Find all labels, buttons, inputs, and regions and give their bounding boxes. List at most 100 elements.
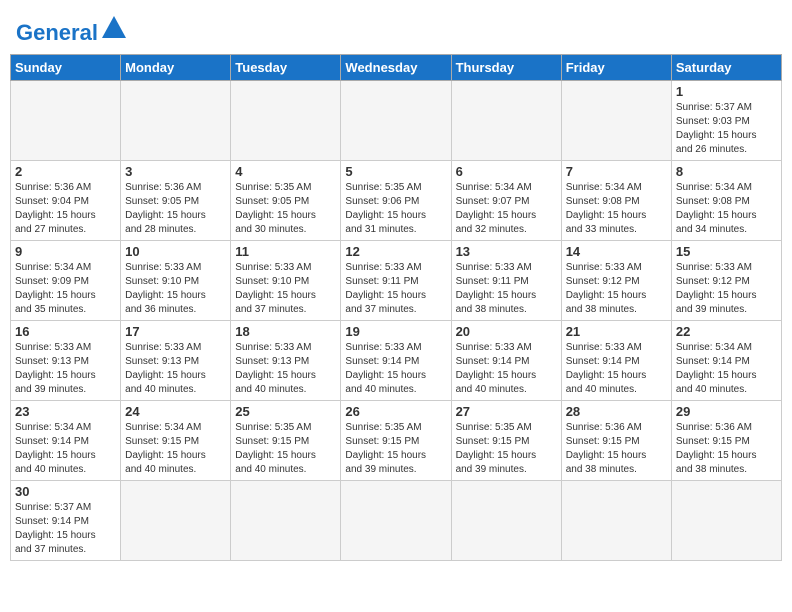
calendar-day-cell <box>561 481 671 561</box>
day-info: Sunrise: 5:33 AM Sunset: 9:10 PM Dayligh… <box>125 261 226 317</box>
day-number: 27 <box>456 404 557 419</box>
calendar-day-cell: 2 Sunrise: 5:36 AM Sunset: 9:04 PM Daylig… <box>11 161 121 241</box>
day-info: Sunrise: 5:33 AM Sunset: 9:13 PM Dayligh… <box>235 341 336 397</box>
day-info: Sunrise: 5:35 AM Sunset: 9:05 PM Dayligh… <box>235 181 336 237</box>
calendar-day-cell: 23Sunrise: 5:34 AM Sunset: 9:14 PM Dayli… <box>11 401 121 481</box>
calendar-day-cell <box>341 81 451 161</box>
calendar-week-row: 23Sunrise: 5:34 AM Sunset: 9:14 PM Dayli… <box>11 401 782 481</box>
day-number: 26 <box>345 404 446 419</box>
day-number: 13 <box>456 244 557 259</box>
calendar-day-cell: 16 Sunrise: 5:33 AM Sunset: 9:13 PM Dayli… <box>11 321 121 401</box>
day-info: Sunrise: 5:33 AM Sunset: 9:14 PM Dayligh… <box>345 341 446 397</box>
calendar-day-cell: 6 Sunrise: 5:34 AM Sunset: 9:07 PM Daylig… <box>451 161 561 241</box>
day-info: Sunrise: 5:36 AM Sunset: 9:15 PM Dayligh… <box>566 421 667 477</box>
day-header-wednesday: Wednesday <box>341 55 451 81</box>
day-info: Sunrise: 5:33 AM Sunset: 9:10 PM Dayligh… <box>235 261 336 317</box>
calendar-day-cell <box>451 481 561 561</box>
day-info: Sunrise: 5:34 AM Sunset: 9:08 PM Dayligh… <box>676 181 777 237</box>
calendar-day-cell: 29Sunrise: 5:36 AM Sunset: 9:15 PM Dayli… <box>671 401 781 481</box>
day-info: Sunrise: 5:33 AM Sunset: 9:12 PM Dayligh… <box>566 261 667 317</box>
calendar-day-cell: 19 Sunrise: 5:33 AM Sunset: 9:14 PM Dayli… <box>341 321 451 401</box>
day-info: Sunrise: 5:36 AM Sunset: 9:04 PM Dayligh… <box>15 181 116 237</box>
day-header-tuesday: Tuesday <box>231 55 341 81</box>
day-info: Sunrise: 5:34 AM Sunset: 9:09 PM Dayligh… <box>15 261 116 317</box>
day-info: Sunrise: 5:34 AM Sunset: 9:14 PM Dayligh… <box>676 341 777 397</box>
day-info: Sunrise: 5:37 AM Sunset: 9:14 PM Dayligh… <box>15 501 116 557</box>
day-number: 28 <box>566 404 667 419</box>
calendar-day-cell: 11Sunrise: 5:33 AM Sunset: 9:10 PM Dayli… <box>231 241 341 321</box>
day-number: 3 <box>125 164 226 179</box>
day-number: 16 <box>15 324 116 339</box>
day-info: Sunrise: 5:35 AM Sunset: 9:15 PM Dayligh… <box>345 421 446 477</box>
calendar-day-cell: 25Sunrise: 5:35 AM Sunset: 9:15 PM Dayli… <box>231 401 341 481</box>
day-number: 4 <box>235 164 336 179</box>
calendar-day-cell: 27Sunrise: 5:35 AM Sunset: 9:15 PM Dayli… <box>451 401 561 481</box>
day-header-monday: Monday <box>121 55 231 81</box>
calendar-day-cell <box>341 481 451 561</box>
page-header: General <box>10 10 782 48</box>
day-header-sunday: Sunday <box>11 55 121 81</box>
day-info: Sunrise: 5:33 AM Sunset: 9:12 PM Dayligh… <box>676 261 777 317</box>
calendar-day-cell: 21 Sunrise: 5:33 AM Sunset: 9:14 PM Dayli… <box>561 321 671 401</box>
day-number: 1 <box>676 84 777 99</box>
calendar-week-row: 9 Sunrise: 5:34 AM Sunset: 9:09 PM Daylig… <box>11 241 782 321</box>
calendar-day-cell <box>561 81 671 161</box>
day-number: 10 <box>125 244 226 259</box>
logo: General <box>16 14 128 44</box>
calendar-day-cell: 26 Sunrise: 5:35 AM Sunset: 9:15 PM Dayli… <box>341 401 451 481</box>
calendar-day-cell: 8 Sunrise: 5:34 AM Sunset: 9:08 PM Daylig… <box>671 161 781 241</box>
day-header-saturday: Saturday <box>671 55 781 81</box>
day-number: 9 <box>15 244 116 259</box>
day-info: Sunrise: 5:33 AM Sunset: 9:13 PM Dayligh… <box>125 341 226 397</box>
day-number: 18 <box>235 324 336 339</box>
day-number: 25 <box>235 404 336 419</box>
day-number: 2 <box>15 164 116 179</box>
calendar-day-cell: 22 Sunrise: 5:34 AM Sunset: 9:14 PM Dayli… <box>671 321 781 401</box>
day-info: Sunrise: 5:37 AM Sunset: 9:03 PM Dayligh… <box>676 101 777 157</box>
day-number: 14 <box>566 244 667 259</box>
day-info: Sunrise: 5:34 AM Sunset: 9:07 PM Dayligh… <box>456 181 557 237</box>
day-info: Sunrise: 5:36 AM Sunset: 9:05 PM Dayligh… <box>125 181 226 237</box>
calendar-day-cell <box>451 81 561 161</box>
day-number: 29 <box>676 404 777 419</box>
calendar-day-cell: 24 Sunrise: 5:34 AM Sunset: 9:15 PM Dayli… <box>121 401 231 481</box>
day-info: Sunrise: 5:33 AM Sunset: 9:14 PM Dayligh… <box>566 341 667 397</box>
day-info: Sunrise: 5:34 AM Sunset: 9:08 PM Dayligh… <box>566 181 667 237</box>
calendar-day-cell <box>121 81 231 161</box>
day-number: 15 <box>676 244 777 259</box>
day-info: Sunrise: 5:33 AM Sunset: 9:11 PM Dayligh… <box>456 261 557 317</box>
calendar-day-cell <box>231 481 341 561</box>
calendar-day-cell: 12 Sunrise: 5:33 AM Sunset: 9:11 PM Dayli… <box>341 241 451 321</box>
calendar-day-cell: 1 Sunrise: 5:37 AM Sunset: 9:03 PM Daylig… <box>671 81 781 161</box>
day-info: Sunrise: 5:33 AM Sunset: 9:11 PM Dayligh… <box>345 261 446 317</box>
calendar-day-cell: 7Sunrise: 5:34 AM Sunset: 9:08 PM Daylig… <box>561 161 671 241</box>
day-info: Sunrise: 5:35 AM Sunset: 9:06 PM Dayligh… <box>345 181 446 237</box>
day-info: Sunrise: 5:34 AM Sunset: 9:15 PM Dayligh… <box>125 421 226 477</box>
day-number: 23 <box>15 404 116 419</box>
calendar-week-row: 16 Sunrise: 5:33 AM Sunset: 9:13 PM Dayli… <box>11 321 782 401</box>
calendar-day-cell: 15 Sunrise: 5:33 AM Sunset: 9:12 PM Dayli… <box>671 241 781 321</box>
day-number: 12 <box>345 244 446 259</box>
calendar-day-cell: 28 Sunrise: 5:36 AM Sunset: 9:15 PM Dayli… <box>561 401 671 481</box>
calendar-day-cell <box>231 81 341 161</box>
day-number: 5 <box>345 164 446 179</box>
calendar-week-row: 2 Sunrise: 5:36 AM Sunset: 9:04 PM Daylig… <box>11 161 782 241</box>
day-info: Sunrise: 5:33 AM Sunset: 9:13 PM Dayligh… <box>15 341 116 397</box>
day-number: 6 <box>456 164 557 179</box>
calendar-day-cell: 3 Sunrise: 5:36 AM Sunset: 9:05 PM Daylig… <box>121 161 231 241</box>
calendar-day-cell: 4 Sunrise: 5:35 AM Sunset: 9:05 PM Daylig… <box>231 161 341 241</box>
calendar-day-cell: 17Sunrise: 5:33 AM Sunset: 9:13 PM Dayli… <box>121 321 231 401</box>
day-number: 22 <box>676 324 777 339</box>
day-number: 21 <box>566 324 667 339</box>
day-header-friday: Friday <box>561 55 671 81</box>
calendar-week-row: 1 Sunrise: 5:37 AM Sunset: 9:03 PM Daylig… <box>11 81 782 161</box>
calendar-day-cell: 30Sunrise: 5:37 AM Sunset: 9:14 PM Dayli… <box>11 481 121 561</box>
day-header-thursday: Thursday <box>451 55 561 81</box>
logo-icon <box>100 14 128 42</box>
day-number: 19 <box>345 324 446 339</box>
calendar-day-cell: 13 Sunrise: 5:33 AM Sunset: 9:11 PM Dayli… <box>451 241 561 321</box>
day-number: 24 <box>125 404 226 419</box>
day-number: 8 <box>676 164 777 179</box>
calendar-day-cell: 18 Sunrise: 5:33 AM Sunset: 9:13 PM Dayli… <box>231 321 341 401</box>
logo-text: General <box>16 22 98 44</box>
